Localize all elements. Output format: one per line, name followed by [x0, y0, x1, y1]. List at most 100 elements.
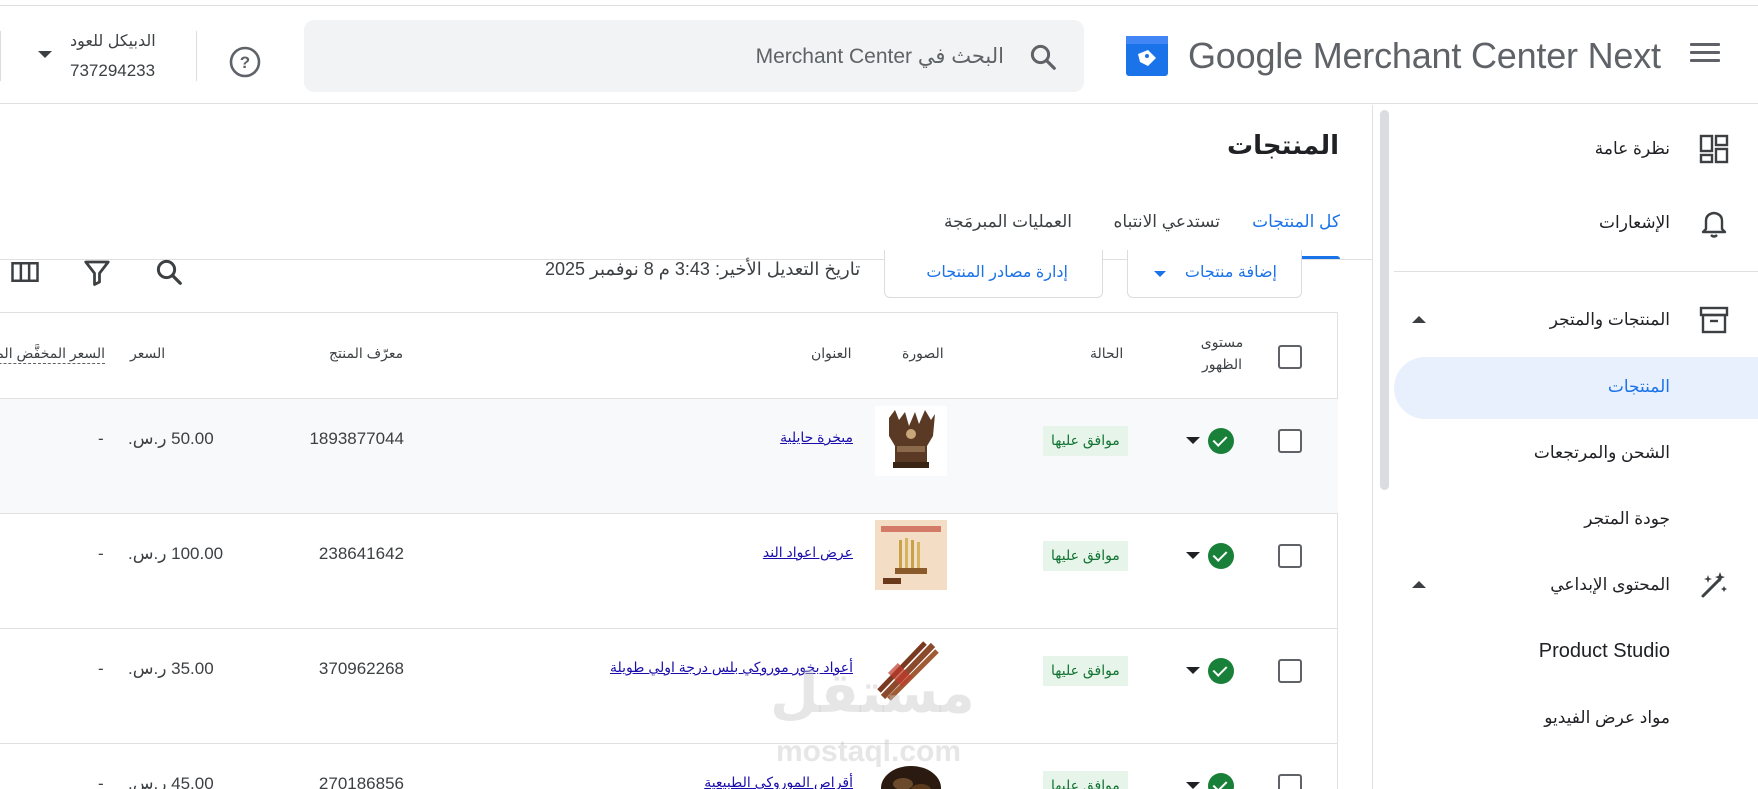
visibility-dropdown-icon[interactable] [1186, 552, 1200, 559]
sidebar-label-overview: نظرة عامة [1594, 139, 1670, 158]
header-divider [196, 31, 197, 81]
header-title[interactable]: العنوان [811, 345, 852, 362]
archive-icon [1699, 306, 1729, 334]
main-menu-icon[interactable] [1690, 43, 1720, 67]
account-id: 737294233 [70, 61, 156, 80]
visibility-dropdown-icon[interactable] [1186, 437, 1200, 444]
header-product-id[interactable]: معرّف المنتج [329, 345, 403, 362]
manage-sources-label: إدارة مصادر المنتجات [926, 264, 1068, 281]
product-price: 35.00 ر.س. [128, 659, 214, 678]
add-products-button[interactable]: إضافة منتجات [1127, 250, 1302, 298]
product-id: 238641642 [318, 544, 404, 563]
product-id: 270186856 [318, 774, 404, 789]
browser-top-edge [0, 0, 1758, 6]
check-circle-icon [1208, 773, 1234, 789]
search-icon[interactable] [154, 257, 184, 287]
help-icon[interactable]: ? [228, 45, 262, 79]
visibility-dropdown-icon[interactable] [1186, 667, 1200, 674]
collapse-icon[interactable] [1412, 581, 1426, 588]
add-products-label: إضافة منتجات [1184, 264, 1277, 281]
sidebar-item-products[interactable]: المنتجات [1394, 357, 1758, 419]
sidebar-label-notifications: الإشعارات [1599, 213, 1670, 232]
bell-icon [1701, 211, 1727, 238]
sidebar-item-shipping[interactable]: الشحن والمرتجعات [1392, 423, 1758, 485]
sidebar-divider [1394, 271, 1758, 272]
header-price[interactable]: السعر [130, 345, 165, 362]
account-dropdown-icon[interactable] [38, 51, 52, 58]
watermark-arabic: مستقل [770, 661, 975, 724]
header-visibility[interactable]: مستوى الظهور [1200, 331, 1244, 375]
product-id: 1893877044 [309, 429, 404, 448]
product-image [875, 406, 947, 476]
product-price: 100.00 ر.س. [128, 544, 224, 563]
magic-wand-icon [1701, 572, 1727, 598]
sidebar-item-notifications[interactable]: الإشعارات [1392, 193, 1758, 253]
watermark-latin: mostaql.com [776, 735, 962, 768]
table-row[interactable]: موافق عليها مبخرة حايلية 1893877044 50.0… [0, 398, 1338, 513]
search-bar[interactable]: البحث في Merchant Center [304, 20, 1084, 92]
chevron-down-icon [1154, 271, 1166, 277]
product-title-link[interactable]: مبخرة حايلية [780, 429, 853, 446]
filter-icon[interactable] [82, 257, 112, 287]
status-badge: موافق عليها [1043, 426, 1128, 456]
tab-label: كل المنتجات [1252, 212, 1340, 231]
merchant-center-logo [1124, 32, 1170, 78]
products-table: مستوى الظهور الحالة الصورة العنوان معرّف… [0, 312, 1338, 789]
header-sale-price[interactable]: السعر المخفَّض المؤقت [0, 345, 105, 364]
account-name[interactable]: الدبيكل للعود [70, 31, 156, 51]
sidebar-label-creative: المحتوى الإبداعي [1550, 575, 1670, 594]
visibility-dropdown-icon[interactable] [1186, 782, 1200, 789]
tab-label: تستدعي الانتباه [1113, 212, 1220, 231]
header-image: الصورة [902, 345, 944, 361]
table-row[interactable]: موافق عليها أعواد بخور موروكي بلس درجة ا… [0, 628, 1338, 743]
page-title: المنتجات [1227, 130, 1339, 160]
row-checkbox[interactable] [1278, 429, 1302, 453]
dashboard-icon [1699, 134, 1729, 164]
sidebar-item-overview[interactable]: نظرة عامة [1392, 119, 1758, 179]
columns-icon[interactable] [10, 257, 40, 287]
sidebar-nav: نظرة عامة الإشعارات المنتجات والمتجر الم… [1392, 105, 1758, 789]
sidebar-item-creative[interactable]: المحتوى الإبداعي [1392, 555, 1758, 615]
product-sale-price: - [98, 774, 104, 789]
row-checkbox[interactable] [1278, 774, 1302, 789]
product-sale-price: - [98, 429, 104, 448]
header-status[interactable]: الحالة [1090, 345, 1123, 362]
sidebar-label-store-quality: جودة المتجر [1584, 509, 1670, 528]
check-circle-icon [1208, 543, 1234, 569]
sidebar-label-product-studio: Product Studio [1538, 640, 1670, 662]
check-circle-icon [1208, 428, 1234, 454]
product-id: 370962268 [318, 659, 404, 678]
check-circle-icon [1208, 658, 1234, 684]
row-checkbox[interactable] [1278, 659, 1302, 683]
sidebar-label-shipping: الشحن والمرتجعات [1533, 443, 1670, 462]
main-scrollbar-thumb[interactable] [1380, 110, 1389, 490]
table-row[interactable]: موافق عليها أقراص الموروكي الطبيعية 2701… [0, 743, 1338, 789]
product-price: 50.00 ر.س. [128, 429, 214, 448]
table-row[interactable]: موافق عليها عرض اعواد الند 238641642 100… [0, 513, 1338, 628]
product-sale-price: - [98, 544, 104, 563]
header-divider-left [0, 31, 1, 81]
product-price: 45.00 ر.س. [128, 774, 214, 789]
manage-sources-button[interactable]: إدارة مصادر المنتجات [884, 250, 1103, 298]
status-badge: موافق عليها [1043, 771, 1128, 789]
app-header: Google Merchant Center Next البحث في Mer… [0, 7, 1758, 104]
tab-label: العمليات المبرمَجة [943, 212, 1072, 231]
search-placeholder: البحث في Merchant Center [755, 45, 1004, 68]
sidebar-item-products-store[interactable]: المنتجات والمتجر [1392, 290, 1758, 350]
sidebar-item-store-quality[interactable]: جودة المتجر [1392, 489, 1758, 551]
sidebar-item-product-studio[interactable]: Product Studio [1392, 622, 1758, 684]
search-icon [1030, 44, 1056, 70]
app-brand: Google Merchant Center Next [1188, 35, 1661, 76]
sidebar-label-video-assets: مواد عرض الفيديو [1544, 708, 1670, 727]
select-all-checkbox[interactable] [1278, 345, 1302, 369]
sidebar-label-products-store: المنتجات والمتجر [1549, 310, 1670, 329]
product-image [875, 520, 947, 590]
collapse-icon[interactable] [1412, 316, 1426, 323]
sidebar-item-video-assets[interactable]: مواد عرض الفيديو [1392, 688, 1758, 750]
product-title-link[interactable]: عرض اعواد الند [763, 544, 853, 561]
product-title-link[interactable]: أقراص الموروكي الطبيعية [704, 774, 853, 789]
last-modified-text: تاريخ التعديل الأخير: 3:43 م 8 نوفمبر 20… [545, 259, 861, 279]
product-sale-price: - [98, 659, 104, 678]
row-checkbox[interactable] [1278, 544, 1302, 568]
status-badge: موافق عليها [1043, 541, 1128, 571]
